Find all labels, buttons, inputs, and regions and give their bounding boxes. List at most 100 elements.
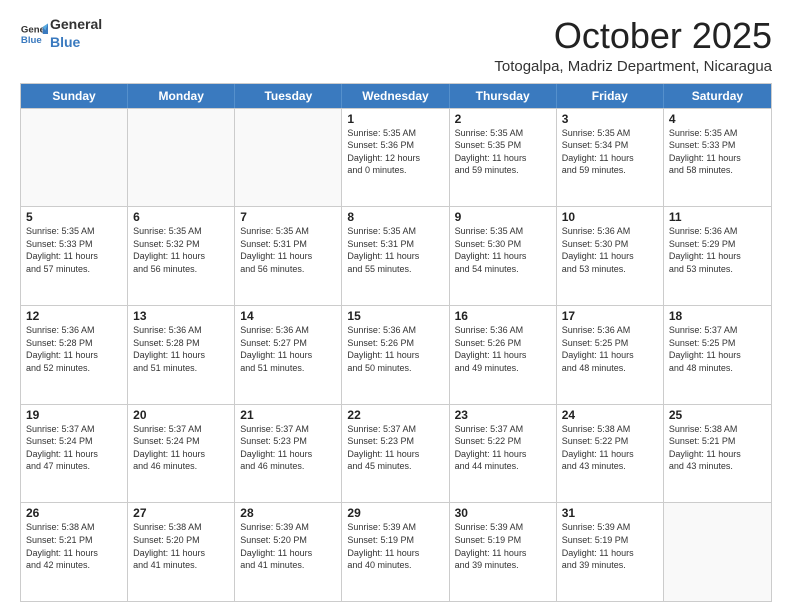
day-number: 10: [562, 210, 658, 224]
day-cell-29: 29Sunrise: 5:39 AM Sunset: 5:19 PM Dayli…: [342, 503, 449, 601]
day-cell-18: 18Sunrise: 5:37 AM Sunset: 5:25 PM Dayli…: [664, 306, 771, 404]
day-info: Sunrise: 5:39 AM Sunset: 5:19 PM Dayligh…: [562, 521, 658, 571]
weekday-header-wednesday: Wednesday: [342, 84, 449, 108]
day-number: 14: [240, 309, 336, 323]
day-number: 20: [133, 408, 229, 422]
svg-text:Blue: Blue: [21, 34, 42, 45]
month-title: October 2025: [494, 16, 772, 56]
day-cell-1: 1Sunrise: 5:35 AM Sunset: 5:36 PM Daylig…: [342, 109, 449, 207]
day-info: Sunrise: 5:36 AM Sunset: 5:26 PM Dayligh…: [347, 324, 443, 374]
day-cell-30: 30Sunrise: 5:39 AM Sunset: 5:19 PM Dayli…: [450, 503, 557, 601]
day-cell-28: 28Sunrise: 5:39 AM Sunset: 5:20 PM Dayli…: [235, 503, 342, 601]
calendar-row-1: 1Sunrise: 5:35 AM Sunset: 5:36 PM Daylig…: [21, 108, 771, 207]
day-number: 12: [26, 309, 122, 323]
day-number: 3: [562, 112, 658, 126]
day-cell-13: 13Sunrise: 5:36 AM Sunset: 5:28 PM Dayli…: [128, 306, 235, 404]
day-number: 23: [455, 408, 551, 422]
day-info: Sunrise: 5:37 AM Sunset: 5:23 PM Dayligh…: [240, 423, 336, 473]
page-header: General Blue General Blue October 2025 T…: [20, 16, 772, 75]
day-cell-8: 8Sunrise: 5:35 AM Sunset: 5:31 PM Daylig…: [342, 207, 449, 305]
day-info: Sunrise: 5:36 AM Sunset: 5:26 PM Dayligh…: [455, 324, 551, 374]
calendar-row-4: 19Sunrise: 5:37 AM Sunset: 5:24 PM Dayli…: [21, 404, 771, 503]
day-info: Sunrise: 5:37 AM Sunset: 5:23 PM Dayligh…: [347, 423, 443, 473]
logo-blue: Blue: [50, 34, 80, 50]
day-info: Sunrise: 5:37 AM Sunset: 5:22 PM Dayligh…: [455, 423, 551, 473]
calendar-row-2: 5Sunrise: 5:35 AM Sunset: 5:33 PM Daylig…: [21, 206, 771, 305]
day-cell-14: 14Sunrise: 5:36 AM Sunset: 5:27 PM Dayli…: [235, 306, 342, 404]
day-info: Sunrise: 5:38 AM Sunset: 5:22 PM Dayligh…: [562, 423, 658, 473]
day-info: Sunrise: 5:35 AM Sunset: 5:34 PM Dayligh…: [562, 127, 658, 177]
day-cell-22: 22Sunrise: 5:37 AM Sunset: 5:23 PM Dayli…: [342, 405, 449, 503]
day-cell-2: 2Sunrise: 5:35 AM Sunset: 5:35 PM Daylig…: [450, 109, 557, 207]
day-cell-3: 3Sunrise: 5:35 AM Sunset: 5:34 PM Daylig…: [557, 109, 664, 207]
day-info: Sunrise: 5:36 AM Sunset: 5:28 PM Dayligh…: [133, 324, 229, 374]
day-cell-26: 26Sunrise: 5:38 AM Sunset: 5:21 PM Dayli…: [21, 503, 128, 601]
day-cell-15: 15Sunrise: 5:36 AM Sunset: 5:26 PM Dayli…: [342, 306, 449, 404]
day-cell-7: 7Sunrise: 5:35 AM Sunset: 5:31 PM Daylig…: [235, 207, 342, 305]
day-info: Sunrise: 5:35 AM Sunset: 5:35 PM Dayligh…: [455, 127, 551, 177]
day-info: Sunrise: 5:35 AM Sunset: 5:33 PM Dayligh…: [26, 225, 122, 275]
day-cell-27: 27Sunrise: 5:38 AM Sunset: 5:20 PM Dayli…: [128, 503, 235, 601]
day-info: Sunrise: 5:35 AM Sunset: 5:30 PM Dayligh…: [455, 225, 551, 275]
day-info: Sunrise: 5:37 AM Sunset: 5:25 PM Dayligh…: [669, 324, 766, 374]
day-cell-19: 19Sunrise: 5:37 AM Sunset: 5:24 PM Dayli…: [21, 405, 128, 503]
day-cell-20: 20Sunrise: 5:37 AM Sunset: 5:24 PM Dayli…: [128, 405, 235, 503]
day-info: Sunrise: 5:35 AM Sunset: 5:33 PM Dayligh…: [669, 127, 766, 177]
day-cell-6: 6Sunrise: 5:35 AM Sunset: 5:32 PM Daylig…: [128, 207, 235, 305]
day-info: Sunrise: 5:37 AM Sunset: 5:24 PM Dayligh…: [133, 423, 229, 473]
logo-icon: General Blue: [20, 20, 48, 48]
day-info: Sunrise: 5:38 AM Sunset: 5:20 PM Dayligh…: [133, 521, 229, 571]
day-cell-21: 21Sunrise: 5:37 AM Sunset: 5:23 PM Dayli…: [235, 405, 342, 503]
day-number: 6: [133, 210, 229, 224]
day-number: 22: [347, 408, 443, 422]
weekday-header-monday: Monday: [128, 84, 235, 108]
day-info: Sunrise: 5:36 AM Sunset: 5:25 PM Dayligh…: [562, 324, 658, 374]
day-number: 27: [133, 506, 229, 520]
day-info: Sunrise: 5:35 AM Sunset: 5:32 PM Dayligh…: [133, 225, 229, 275]
day-number: 18: [669, 309, 766, 323]
day-number: 31: [562, 506, 658, 520]
day-info: Sunrise: 5:38 AM Sunset: 5:21 PM Dayligh…: [669, 423, 766, 473]
day-number: 1: [347, 112, 443, 126]
day-info: Sunrise: 5:38 AM Sunset: 5:21 PM Dayligh…: [26, 521, 122, 571]
empty-cell: [235, 109, 342, 207]
day-info: Sunrise: 5:36 AM Sunset: 5:28 PM Dayligh…: [26, 324, 122, 374]
day-info: Sunrise: 5:39 AM Sunset: 5:19 PM Dayligh…: [347, 521, 443, 571]
weekday-header-saturday: Saturday: [664, 84, 771, 108]
weekday-header-tuesday: Tuesday: [235, 84, 342, 108]
day-number: 28: [240, 506, 336, 520]
day-number: 25: [669, 408, 766, 422]
calendar-body: 1Sunrise: 5:35 AM Sunset: 5:36 PM Daylig…: [21, 108, 771, 601]
day-cell-31: 31Sunrise: 5:39 AM Sunset: 5:19 PM Dayli…: [557, 503, 664, 601]
day-info: Sunrise: 5:39 AM Sunset: 5:19 PM Dayligh…: [455, 521, 551, 571]
day-cell-17: 17Sunrise: 5:36 AM Sunset: 5:25 PM Dayli…: [557, 306, 664, 404]
day-number: 13: [133, 309, 229, 323]
day-number: 29: [347, 506, 443, 520]
day-number: 2: [455, 112, 551, 126]
day-info: Sunrise: 5:35 AM Sunset: 5:31 PM Dayligh…: [240, 225, 336, 275]
logo: General Blue General Blue: [20, 16, 102, 51]
day-info: Sunrise: 5:37 AM Sunset: 5:24 PM Dayligh…: [26, 423, 122, 473]
day-info: Sunrise: 5:35 AM Sunset: 5:31 PM Dayligh…: [347, 225, 443, 275]
location-subtitle: Totogalpa, Madriz Department, Nicaragua: [494, 58, 772, 75]
day-cell-24: 24Sunrise: 5:38 AM Sunset: 5:22 PM Dayli…: [557, 405, 664, 503]
day-info: Sunrise: 5:36 AM Sunset: 5:30 PM Dayligh…: [562, 225, 658, 275]
day-number: 17: [562, 309, 658, 323]
day-cell-10: 10Sunrise: 5:36 AM Sunset: 5:30 PM Dayli…: [557, 207, 664, 305]
day-info: Sunrise: 5:36 AM Sunset: 5:29 PM Dayligh…: [669, 225, 766, 275]
day-number: 9: [455, 210, 551, 224]
day-cell-11: 11Sunrise: 5:36 AM Sunset: 5:29 PM Dayli…: [664, 207, 771, 305]
day-number: 4: [669, 112, 766, 126]
day-number: 5: [26, 210, 122, 224]
day-number: 7: [240, 210, 336, 224]
day-number: 24: [562, 408, 658, 422]
empty-cell: [664, 503, 771, 601]
day-number: 8: [347, 210, 443, 224]
day-number: 30: [455, 506, 551, 520]
calendar-row-5: 26Sunrise: 5:38 AM Sunset: 5:21 PM Dayli…: [21, 502, 771, 601]
weekday-header-sunday: Sunday: [21, 84, 128, 108]
day-number: 26: [26, 506, 122, 520]
day-number: 16: [455, 309, 551, 323]
weekday-header-thursday: Thursday: [450, 84, 557, 108]
day-number: 15: [347, 309, 443, 323]
